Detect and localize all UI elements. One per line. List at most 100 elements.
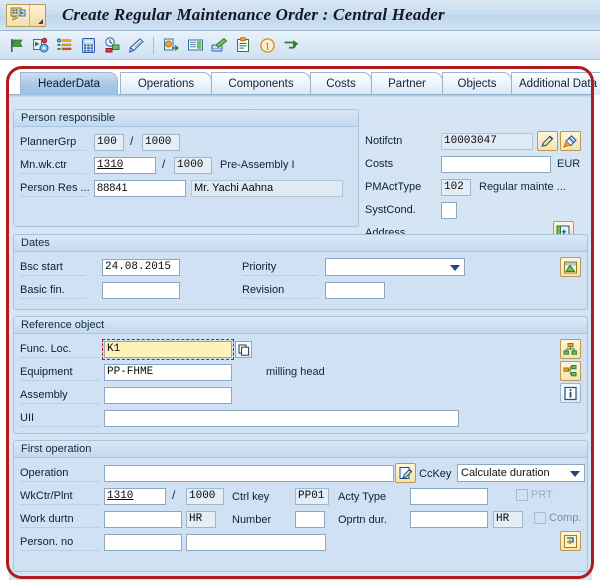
window-title-bar: Create Regular Maintenance Order : Centr… (0, 0, 600, 31)
tab-label: Additional Data (519, 78, 597, 90)
pm-act-type-field[interactable]: 102 (441, 179, 471, 196)
planner-group-separator: / (130, 134, 133, 148)
system-menu-button[interactable] (6, 4, 46, 27)
comp-checkbox[interactable]: Comp. (534, 512, 581, 524)
tab-label: Costs (326, 78, 355, 90)
uii-field[interactable] (104, 410, 459, 427)
label-costs: Costs (365, 156, 427, 173)
label-operation-duration: Oprtn dur. (338, 513, 387, 528)
label-pm-act-type: PMActType (365, 179, 427, 196)
prt-checkbox-label: PRT (531, 489, 553, 501)
long-text-icon[interactable] (184, 34, 206, 56)
structure-list-icon[interactable] (560, 361, 581, 381)
label-system-condition: SystCond. (365, 202, 427, 219)
tab-additional-data[interactable]: Additional Data (511, 72, 600, 95)
operation-duration-field[interactable] (410, 511, 488, 528)
pencil-icon[interactable] (537, 131, 558, 151)
prt-checkbox[interactable]: PRT (516, 489, 553, 501)
check-flag-icon[interactable] (5, 34, 27, 56)
label-cc-key: CcKey (419, 467, 451, 482)
tab-headerdata[interactable]: HeaderData (20, 72, 118, 95)
person-responsible-field[interactable]: 88841 (94, 180, 186, 197)
operation-detail-icon[interactable] (560, 531, 581, 551)
tab-label: Components (228, 78, 293, 90)
release-order-icon[interactable] (29, 34, 51, 56)
documents-icon[interactable] (208, 34, 230, 56)
multiple-selection-icon[interactable] (235, 341, 252, 358)
structure-hierarchy-icon[interactable] (560, 339, 581, 359)
personnel-number-field[interactable] (104, 534, 182, 551)
label-equipment: Equipment (20, 364, 100, 381)
print-icon[interactable] (125, 34, 147, 56)
order-list-icon[interactable] (53, 34, 75, 56)
goto-next-icon[interactable] (280, 34, 302, 56)
tab-components[interactable]: Components (211, 72, 311, 95)
checkbox-box (534, 512, 546, 524)
comp-checkbox-label: Comp. (549, 512, 581, 524)
order-info-icon[interactable] (232, 34, 254, 56)
dropdown-arrow-icon[interactable] (30, 5, 45, 26)
sap-menu-icon[interactable] (7, 5, 30, 26)
number-field[interactable] (295, 511, 325, 528)
info-icon[interactable] (560, 383, 581, 403)
work-duration-unit[interactable]: HR (186, 511, 216, 528)
planner-group-field[interactable]: 100 (94, 134, 124, 151)
label-notification: Notifctn (365, 133, 427, 150)
costs-field[interactable] (441, 156, 551, 173)
tab-label: Operations (138, 78, 194, 90)
tab-costs[interactable]: Costs (310, 72, 372, 95)
main-work-center-separator: / (162, 157, 165, 171)
group-title-reference-object: Reference object (14, 317, 587, 334)
cc-key-dropdown[interactable]: Calculate duration (457, 464, 585, 482)
status-info-icon[interactable]: 1 (256, 34, 278, 56)
tab-operations[interactable]: Operations (120, 72, 212, 95)
work-center-field[interactable]: 1310 (104, 488, 166, 505)
label-person-responsible: Person Res ... (20, 180, 86, 197)
calculator-icon[interactable] (77, 34, 99, 56)
label-personnel-number: Person. no (20, 534, 100, 551)
work-center-plant-field[interactable]: 1000 (186, 488, 224, 505)
group-dates: Dates Bsc start 24.08.2015 Basic fin. Pr… (13, 234, 588, 310)
personnel-name-field[interactable] (186, 534, 326, 551)
main-work-center-plant-field[interactable]: 1000 (174, 157, 212, 174)
label-main-work-center: Mn.wk.ctr (20, 157, 86, 174)
revision-field[interactable] (325, 282, 385, 299)
scheduling-icon[interactable] (101, 34, 123, 56)
planner-group-plant-field[interactable]: 1000 (142, 134, 180, 151)
control-key-field[interactable]: PP01 (295, 488, 329, 505)
work-duration-field[interactable] (104, 511, 182, 528)
activity-type-field[interactable] (410, 488, 488, 505)
tab-partner[interactable]: Partner (371, 72, 443, 95)
equipment-field[interactable]: PP-FHME (104, 364, 232, 381)
equipment-description: milling head (266, 366, 325, 378)
tab-label: Objects (458, 78, 497, 90)
screen-body: HeaderData Operations Components Costs P… (0, 60, 600, 585)
assembly-field[interactable] (104, 387, 232, 404)
main-work-center-field[interactable]: 1310 (94, 157, 156, 174)
tab-label: Partner (388, 78, 426, 90)
group-title-person-responsible: Person responsible (14, 110, 358, 127)
costs-currency: EUR (557, 158, 580, 170)
operation-field[interactable] (104, 465, 394, 482)
group-title-dates: Dates (14, 235, 587, 252)
tab-label: HeaderData (38, 78, 100, 90)
long-text-pencil-icon[interactable] (395, 463, 416, 483)
priority-dropdown[interactable] (325, 258, 465, 276)
svg-text:1: 1 (265, 41, 270, 51)
system-condition-field[interactable] (441, 202, 457, 219)
label-basic-finish: Basic fin. (20, 282, 86, 299)
basic-finish-field[interactable] (102, 282, 180, 299)
operation-duration-unit[interactable]: HR (493, 511, 523, 528)
determine-costs-icon[interactable] (160, 34, 182, 56)
dates-detail-icon[interactable] (560, 257, 581, 277)
group-title-first-operation: First operation (14, 441, 587, 458)
label-basic-start: Bsc start (20, 259, 86, 276)
notification-field[interactable]: 10003047 (441, 133, 533, 150)
group-person-responsible: Person responsible PlannerGrp 100 / 1000… (13, 109, 359, 227)
tab-objects[interactable]: Objects (442, 72, 512, 95)
person-responsible-name: Mr. Yachi Aahna (191, 180, 343, 197)
label-assembly: Assembly (20, 387, 100, 404)
basic-start-field[interactable]: 24.08.2015 (102, 259, 180, 276)
label-func-loc: Func. Loc. (20, 341, 100, 358)
plug-icon[interactable] (560, 131, 581, 151)
